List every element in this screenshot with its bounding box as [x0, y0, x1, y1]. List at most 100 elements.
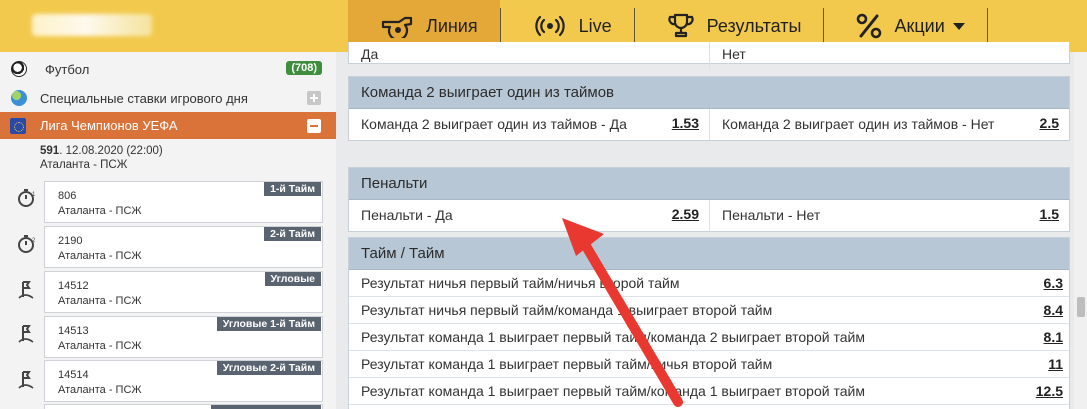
event-tag: 1-й Тайм	[264, 182, 321, 196]
event-tag: Угловые 1-й Тайм	[216, 317, 321, 331]
outcome-label: Да	[361, 46, 379, 62]
outcome-cell[interactable]: Команда 2 выиграет один из таймов - Нет …	[709, 109, 1069, 140]
outcome-label: Результат ничья первый тайм/ничья второй…	[361, 275, 680, 291]
market-title[interactable]: Пенальти	[349, 168, 1069, 200]
outcome-cell[interactable]: Команда 2 выиграет один из таймов - Да 1…	[349, 109, 709, 140]
market-row: Да Нет	[349, 42, 1069, 70]
event-card[interactable]: 14513 Аталанта - ПСЖ Угловые 1-й Тайм	[44, 316, 323, 358]
outcome-row[interactable]: Результат ничья первый тайм/ничья второй…	[349, 270, 1069, 297]
outcome-label: Результат команда 1 выиграет первый тайм…	[361, 383, 865, 399]
odd-value[interactable]: 8.1	[1044, 324, 1063, 351]
odd-value[interactable]: 1.53	[672, 115, 699, 131]
market-block-partial: Да Нет	[348, 42, 1070, 70]
scrollbar-thumb[interactable]	[1077, 297, 1085, 317]
whistle-icon	[380, 14, 414, 38]
event-card[interactable]: 806 Аталанта - ПСЖ 1-й Тайм	[44, 181, 323, 223]
scrollbar[interactable]	[1074, 52, 1087, 409]
event-tag: 2-й Тайм	[264, 227, 321, 241]
logo-area[interactable]	[0, 0, 348, 52]
live-broadcast-icon	[533, 14, 567, 38]
event-id: 806	[58, 190, 77, 202]
event-card[interactable]: 2190 Аталанта - ПСЖ 2-й Тайм	[44, 226, 323, 268]
odd-value[interactable]: 2.59	[672, 206, 699, 222]
event-teams: Аталанта - ПСЖ	[58, 295, 142, 307]
sidebar-item-label: Специальные ставки игрового дня	[40, 90, 248, 106]
event-tag: Угловые	[264, 272, 321, 286]
stopwatch-2-icon: 2	[17, 234, 37, 254]
match-date: . 12.08.2020 (22:00)	[59, 145, 163, 157]
market-block-half-full: Тайм / Тайм Результат ничья первый тайм/…	[348, 237, 1070, 409]
event-id: 2190	[58, 235, 83, 247]
event-id: 14514	[58, 369, 89, 381]
outcome-label: Результат ничья первый тайм/команда 1 вы…	[361, 302, 773, 318]
event-id: 14513	[58, 325, 89, 337]
corner-flag-icon	[17, 280, 37, 300]
market-block-penalty: Пенальти Пенальти - Да 2.59 Пенальти - Н…	[348, 167, 1070, 232]
markets-panel: Да Нет Команда 2 выиграет один из таймов…	[348, 42, 1070, 409]
market-block-team2-half: Команда 2 выиграет один из таймов Команд…	[348, 76, 1070, 141]
expand-icon[interactable]	[307, 91, 321, 105]
event-tag	[211, 405, 321, 409]
eu-flag-icon	[10, 118, 26, 134]
market-row: Команда 2 выиграет один из таймов - Да 1…	[349, 109, 1069, 140]
event-tag: Угловые 2-й Тайм	[216, 361, 321, 375]
outcome-cell[interactable]: Пенальти - Да 2.59	[349, 200, 709, 231]
event-teams: Аталанта - ПСЖ	[58, 384, 142, 396]
event-card[interactable]: 14514 Аталанта - ПСЖ Угловые 2-й Тайм	[44, 360, 323, 402]
outcome-cell[interactable]: Нет	[709, 42, 1069, 70]
outcome-label: Пенальти - Да	[361, 207, 453, 223]
outcome-cell[interactable]: Пенальти - Нет 1.5	[709, 200, 1069, 231]
nav-divider	[986, 8, 988, 44]
outcome-row[interactable]: Результат команда 1 выиграет первый тайм…	[349, 324, 1069, 351]
nav-label: Live	[578, 15, 612, 36]
match-header[interactable]: 591. 12.08.2020 (22:00) Аталанта - ПСЖ	[40, 144, 163, 172]
svg-text:2: 2	[32, 238, 36, 244]
sidebar: Футбол (708) Специальные ставки игрового…	[0, 52, 336, 409]
outcome-row[interactable]: Результат команда 1 выиграет первый тайм…	[349, 378, 1069, 405]
count-badge: (708)	[286, 61, 322, 75]
market-title[interactable]: Команда 2 выиграет один из таймов	[349, 77, 1069, 109]
market-title[interactable]: Тайм / Тайм	[349, 238, 1069, 270]
odd-value[interactable]: 2.5	[1040, 115, 1059, 131]
football-icon	[11, 61, 27, 77]
chevron-down-icon	[952, 22, 965, 30]
sidebar-item-football[interactable]: Футбол (708)	[0, 55, 336, 83]
odd-value[interactable]: 8.4	[1044, 297, 1063, 324]
market-row: Пенальти - Да 2.59 Пенальти - Нет 1.5	[349, 200, 1069, 231]
event-id: 14512	[58, 280, 89, 292]
event-teams: Аталанта - ПСЖ	[58, 340, 142, 352]
outcome-cell[interactable]: Да	[349, 42, 709, 70]
sidebar-item-label: Футбол	[45, 61, 90, 77]
odd-value[interactable]: 11	[1048, 351, 1063, 378]
outcome-label: Команда 2 выиграет один из таймов - Да	[361, 116, 627, 132]
odd-value[interactable]: 6.3	[1044, 270, 1063, 297]
outcome-label: Результат команда 1 выиграет первый тайм…	[361, 329, 865, 345]
odd-value[interactable]: 1.5	[1040, 206, 1059, 222]
outcome-label: Результат команда 1 выиграет первый тайм…	[361, 356, 773, 372]
collapse-icon[interactable]	[307, 119, 321, 133]
event-teams: Аталанта - ПСЖ	[58, 250, 142, 262]
event-card[interactable]: 14512 Аталанта - ПСЖ Угловые	[44, 271, 323, 313]
outcome-row[interactable]: Результат ничья первый тайм/команда 1 вы…	[349, 297, 1069, 324]
match-number: 591	[40, 145, 60, 157]
sidebar-item-special-bets[interactable]: Специальные ставки игрового дня	[0, 84, 336, 112]
nav-label: Акции	[894, 15, 945, 36]
corner-flag-icon	[17, 370, 37, 390]
outcome-label: Пенальти - Нет	[722, 207, 821, 223]
sidebar-item-label: Лига Чемпионов УЕФА	[40, 118, 178, 133]
sidebar-item-champions-league[interactable]: Лига Чемпионов УЕФА	[0, 112, 336, 139]
event-teams: Аталанта - ПСЖ	[58, 205, 142, 217]
nav-label: Линия	[426, 15, 478, 36]
corner-flag-icon	[17, 324, 37, 344]
match-teams: Аталанта - ПСЖ	[40, 159, 128, 171]
svg-text:1: 1	[32, 192, 36, 198]
event-card-partial[interactable]	[44, 404, 323, 409]
stopwatch-1-icon: 1	[17, 188, 37, 208]
trophy-icon	[667, 13, 695, 39]
odd-value[interactable]: 12.5	[1036, 378, 1063, 405]
outcome-label: Нет	[722, 46, 746, 62]
percent-icon	[856, 13, 882, 39]
blurred-logo	[32, 14, 152, 36]
nav-label: Результаты	[706, 15, 802, 36]
outcome-row[interactable]: Результат команда 1 выиграет первый тайм…	[349, 351, 1069, 378]
